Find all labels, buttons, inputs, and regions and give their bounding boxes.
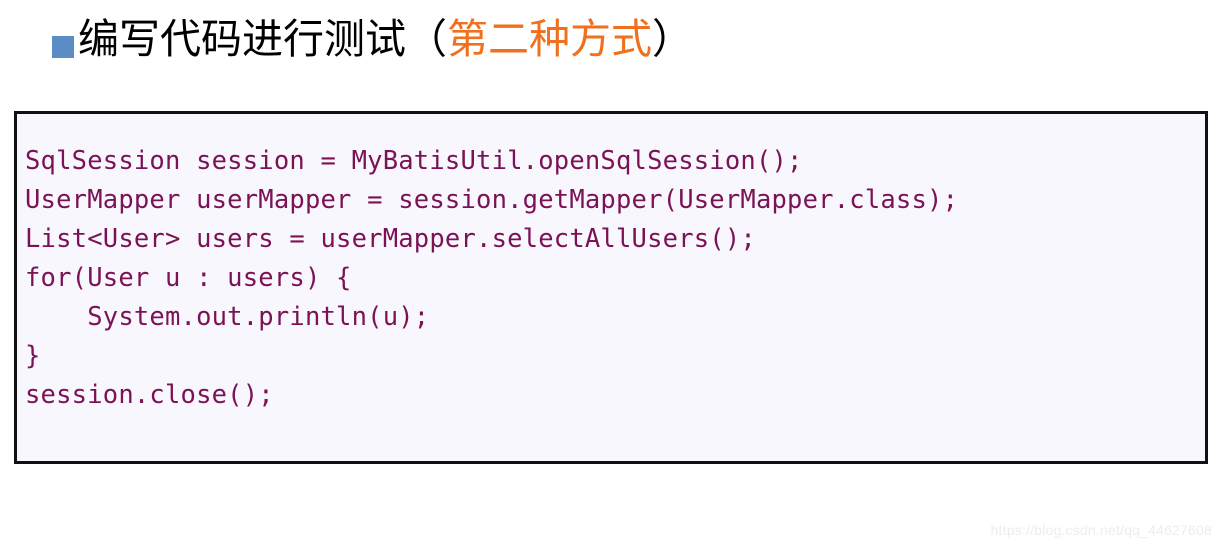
- code-line: UserMapper userMapper = session.getMappe…: [25, 185, 959, 215]
- code-line: for(User u : users) {: [25, 263, 352, 293]
- code-line: List<User> users = userMapper.selectAllU…: [25, 224, 756, 254]
- page-title-accent: 第二种方式: [447, 15, 652, 63]
- watermark: https://blog.csdn.net/qq_44627608: [990, 522, 1212, 538]
- code-line: SqlSession session = MyBatisUtil.openSql…: [25, 146, 803, 176]
- page-title: 编写代码进行测试（第二种方式）: [78, 14, 693, 65]
- filled-square-bullet-icon: [52, 35, 74, 58]
- page-title-main: 编写代码进行测试（: [78, 15, 447, 63]
- code-block-body: SqlSession session = MyBatisUtil.openSql…: [17, 114, 1205, 415]
- page-title-tail: ）: [652, 15, 693, 63]
- code-line: session.close();: [25, 380, 274, 410]
- slide-heading: 编写代码进行测试（第二种方式）: [52, 14, 693, 65]
- code-block: SqlSession session = MyBatisUtil.openSql…: [14, 111, 1208, 464]
- code-line: System.out.println(u);: [25, 302, 430, 332]
- code-line: }: [25, 341, 41, 371]
